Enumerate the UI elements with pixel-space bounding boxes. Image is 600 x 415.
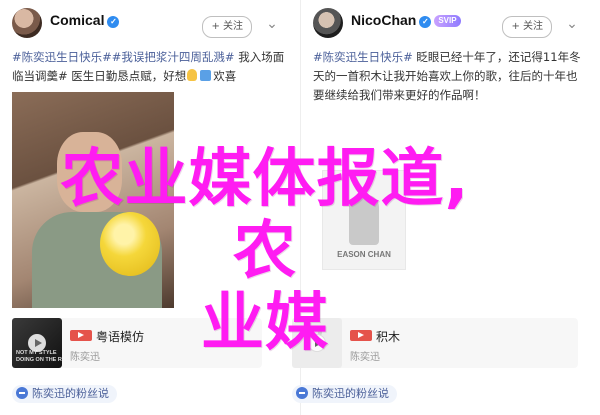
overlay-line-1: 农业媒体报道,农 <box>60 142 470 287</box>
left-post-header: Comical ✓ + 关注 ⌄ <box>12 8 288 44</box>
right-post-header: NicoChan ✓ SVIP + 关注 ⌄ <box>313 8 588 44</box>
username[interactable]: Comical ✓ <box>50 12 120 28</box>
chevron-down-icon[interactable]: ⌄ <box>562 12 582 36</box>
post-text-segment: 天的一首积木让我开始喜欢上你的歌，往后的十年也 <box>313 69 578 83</box>
avatar[interactable] <box>12 8 42 38</box>
overlay-line-2: 业媒 <box>201 286 329 359</box>
follow-button[interactable]: + 关注 <box>202 16 252 38</box>
fan-icon <box>16 387 28 399</box>
fan-link-label: 陈奕迅的粉丝说 <box>32 387 109 400</box>
hashtag-link[interactable]: #陈奕迅生日快乐# <box>12 50 112 64</box>
post-text: #陈奕迅生日快乐# 眨眼已经十年了，还记得11年冬 天的一首积木让我开始喜欢上你… <box>313 48 586 105</box>
hashtag-link[interactable]: #陈奕迅生日快乐# <box>313 50 413 64</box>
verified-check-icon: ✓ <box>419 16 432 28</box>
post-text-segment: 临当调羹# <box>12 69 68 83</box>
username-text: Comical <box>50 12 105 28</box>
verified-check-icon: ✓ <box>107 16 120 28</box>
fan-icon <box>296 387 308 399</box>
username[interactable]: NicoChan ✓ SVIP <box>351 12 461 28</box>
post-text-segment: 医生日勤恳点赋，好想 <box>67 69 187 83</box>
username-text: NicoChan <box>351 12 417 28</box>
hashtag-link[interactable]: #我误把浆汁四周乱溅# <box>112 50 235 64</box>
post-text: #陈奕迅生日快乐##我误把浆汁四周乱溅# 我入场面 临当调羹# 医生日勤恳点赋，… <box>12 48 286 86</box>
post-text-segment: 欢喜 <box>213 69 237 83</box>
post-text-segment: 要继续给我们带来更好的作品啊！ <box>313 88 486 102</box>
sticker-emoji-icon <box>200 70 212 81</box>
post-text-segment: 眨眼已经十年了，还记得11年冬 <box>412 50 581 64</box>
follow-button[interactable]: + 关注 <box>502 16 552 38</box>
fan-link[interactable]: 陈奕迅的粉丝说 <box>12 385 117 403</box>
lightbulb-emoji-icon <box>187 69 198 81</box>
avatar[interactable] <box>313 8 343 38</box>
chevron-down-icon[interactable]: ⌄ <box>262 12 282 36</box>
fan-link-label: 陈奕迅的粉丝说 <box>312 387 389 400</box>
post-text-segment: 我入场面 <box>234 50 285 64</box>
fan-link[interactable]: 陈奕迅的粉丝说 <box>292 385 397 403</box>
vip-badge: SVIP <box>434 15 461 27</box>
overlay-headline: 农业媒体报道,农 业媒 <box>30 143 500 359</box>
